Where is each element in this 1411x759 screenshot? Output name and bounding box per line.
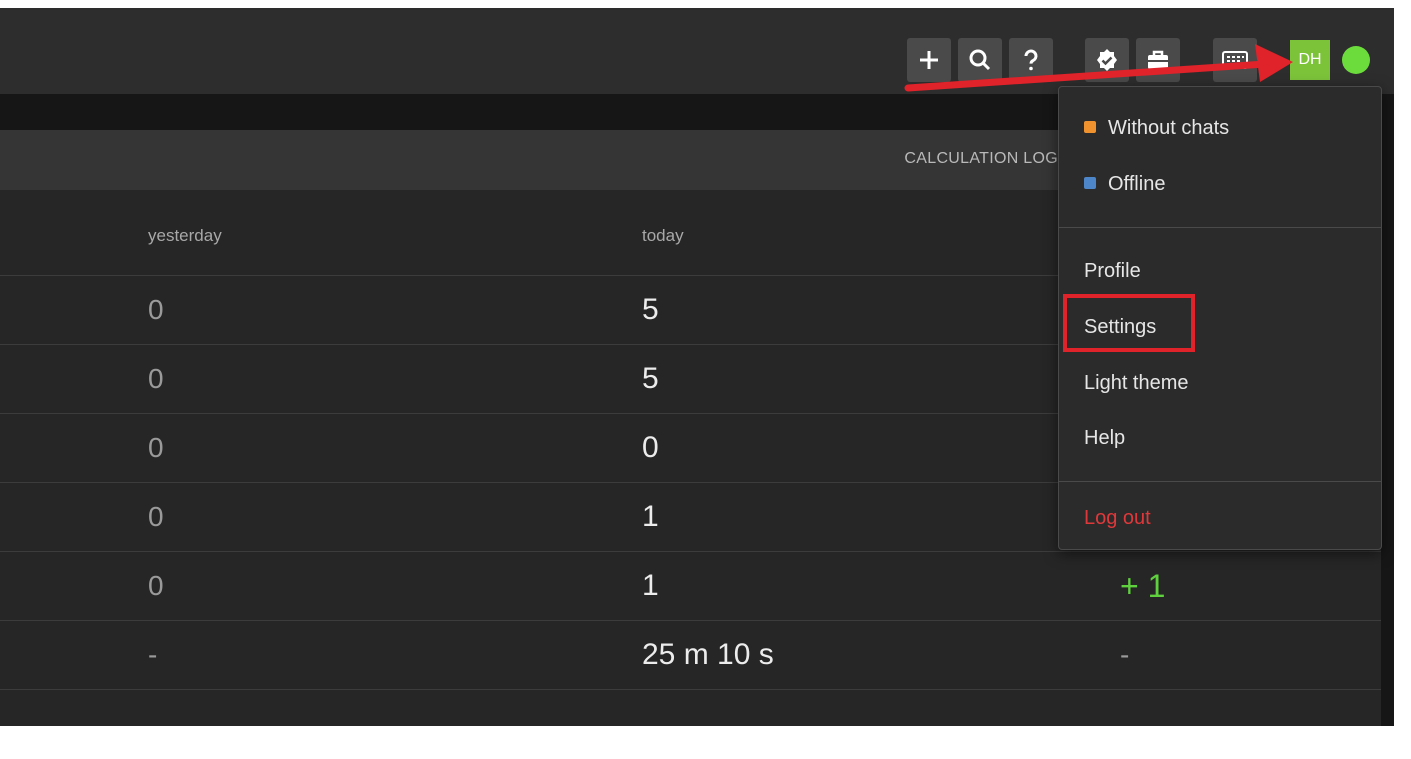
question-icon [1024, 49, 1038, 71]
add-button[interactable] [907, 38, 951, 82]
yesterday-value: - [148, 639, 158, 670]
delta-value-positive: + 1 [1120, 568, 1166, 604]
menu-item-help[interactable]: Help [1084, 427, 1125, 450]
workspace-button[interactable] [1136, 38, 1180, 82]
menu-item-profile[interactable]: Profile [1084, 260, 1141, 283]
table-row: 0 1 + 1 [0, 551, 1381, 621]
yesterday-value: 0 [148, 570, 164, 601]
orange-status-icon [1084, 121, 1096, 133]
keyboard-shortcuts-button[interactable] [1213, 38, 1257, 82]
blue-status-icon [1084, 177, 1096, 189]
today-value: 5 [642, 362, 659, 395]
today-value: 5 [642, 293, 659, 326]
help-button[interactable] [1009, 38, 1053, 82]
today-value: 0 [642, 431, 659, 464]
yesterday-value: 0 [148, 501, 164, 532]
status-without-chats[interactable]: Without chats [1084, 117, 1229, 140]
status-offline[interactable]: Offline [1084, 173, 1165, 196]
column-today: today [642, 226, 684, 245]
menu-divider [1059, 481, 1381, 482]
yesterday-value: 0 [148, 294, 164, 325]
search-button[interactable] [958, 38, 1002, 82]
user-avatar[interactable]: DH [1290, 40, 1330, 80]
calculation-log-title[interactable]: CALCULATION LOG [904, 150, 1058, 168]
column-yesterday: yesterday [148, 226, 222, 245]
status-label: Offline [1108, 173, 1166, 195]
search-icon [969, 49, 991, 71]
verification-button[interactable] [1085, 38, 1129, 82]
settings-highlight-box [1063, 294, 1195, 352]
today-value: 25 m 10 s [642, 638, 774, 671]
top-navigation-bar: DH [0, 8, 1394, 94]
right-edge-strip [1381, 94, 1394, 726]
verified-badge-icon [1097, 49, 1117, 71]
delta-value: - [1120, 639, 1130, 670]
table-row [0, 689, 1381, 759]
today-value: 1 [642, 500, 659, 533]
avatar-initials: DH [1298, 51, 1322, 68]
keyboard-icon [1222, 51, 1248, 69]
today-value: 1 [642, 569, 659, 602]
menu-item-log-out[interactable]: Log out [1084, 507, 1151, 530]
briefcase-icon [1148, 50, 1168, 69]
menu-divider [1059, 227, 1381, 228]
table-row: - 25 m 10 s - [0, 620, 1381, 690]
yesterday-value: 0 [148, 432, 164, 463]
status-label: Without chats [1108, 117, 1230, 139]
plus-icon [920, 51, 938, 69]
yesterday-value: 0 [148, 363, 164, 394]
online-status-indicator[interactable] [1342, 46, 1370, 74]
menu-item-light-theme[interactable]: Light theme [1084, 372, 1189, 395]
